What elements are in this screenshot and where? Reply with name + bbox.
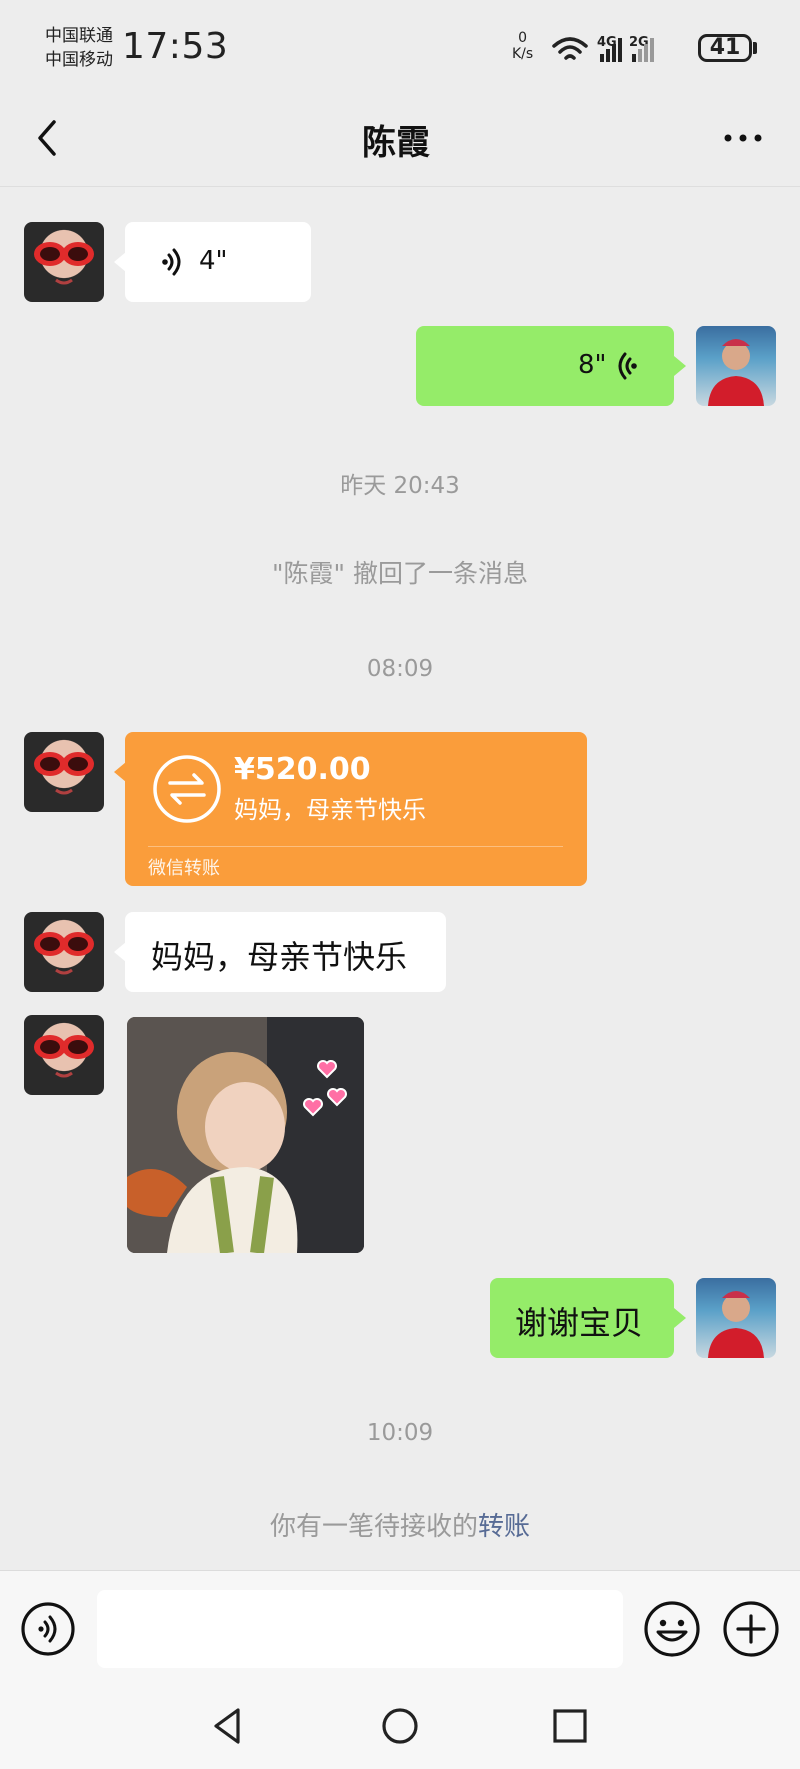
timestamp: 10:09 — [366, 1420, 434, 1446]
timestamp: 昨天 20:43 — [340, 473, 460, 499]
emoji-icon — [644, 1601, 700, 1657]
chevron-left-icon — [38, 120, 56, 156]
back-button[interactable] — [28, 116, 68, 160]
battery-cap — [753, 42, 757, 54]
voice-duration: 8" — [578, 350, 607, 380]
timestamp: 08:09 — [366, 656, 434, 682]
sunglasses-avatar-icon — [34, 932, 94, 975]
person-avatar-icon — [708, 1291, 764, 1358]
sunglasses-avatar-icon — [34, 242, 94, 285]
transfer-arrows-icon — [153, 755, 221, 823]
voice-duration: 4" — [199, 246, 228, 276]
bubble-tail — [674, 1308, 686, 1328]
transfer-link[interactable]: 转账 — [478, 1512, 530, 1542]
contact-avatar[interactable] — [24, 1015, 104, 1095]
contact-avatar[interactable] — [24, 732, 104, 812]
recall-notice: "陈霞" 撤回了一条消息 — [272, 559, 528, 588]
voice-wave-icon — [162, 248, 181, 276]
system-back-button[interactable] — [208, 1706, 248, 1746]
more-button[interactable] — [720, 124, 766, 152]
plus-button[interactable] — [722, 1600, 780, 1658]
circle-home-icon — [382, 1708, 418, 1744]
triangle-back-icon — [214, 1708, 240, 1744]
transfer-label: 微信转账 — [148, 858, 220, 879]
emoji-button[interactable] — [643, 1600, 701, 1658]
message-input[interactable] — [97, 1590, 623, 1668]
bubble-tail — [674, 356, 686, 376]
voice-wave-icon — [618, 352, 637, 380]
text-message-bubble[interactable]: 妈妈，母亲节快乐 — [125, 912, 446, 992]
carrier-2: 中国移动 — [45, 50, 113, 70]
contact-avatar[interactable] — [24, 222, 104, 302]
status-time: 17:53 — [122, 26, 229, 67]
system-home-button[interactable] — [380, 1706, 420, 1746]
system-recents-button[interactable] — [550, 1706, 590, 1746]
more-dots-icon — [724, 134, 762, 142]
transfer-note: 妈妈，母亲节快乐 — [234, 796, 426, 824]
voice-toggle-icon — [21, 1602, 75, 1656]
message-text: 妈妈，母亲节快乐 — [151, 938, 408, 976]
pending-transfer-notice: 你有一笔待接收的转账 — [0, 1506, 800, 1543]
sunglasses-avatar-icon — [34, 752, 94, 795]
plus-icon — [723, 1601, 779, 1657]
child-kiss-sticker-icon — [127, 1017, 364, 1253]
carrier-1: 中国联通 — [45, 26, 113, 46]
wifi-icon — [552, 37, 588, 60]
person-avatar-icon — [708, 339, 764, 406]
voice-message-bubble[interactable]: 4" — [125, 222, 311, 302]
voice-toggle-button[interactable] — [20, 1601, 76, 1657]
battery-indicator: 41 — [698, 34, 752, 62]
image-message[interactable] — [127, 1017, 364, 1253]
my-avatar[interactable] — [696, 326, 776, 406]
net-speed: 0 K/s — [512, 30, 534, 62]
transfer-amount: ¥520.00 — [234, 752, 371, 787]
transfer-divider — [148, 846, 563, 847]
chat-title: 陈霞 — [362, 123, 430, 163]
carrier-labels: 中国联通 中国移动 — [45, 24, 113, 72]
my-avatar[interactable] — [696, 1278, 776, 1358]
voice-message-bubble[interactable]: 8" — [416, 326, 674, 406]
signal-icons: 4G 2G — [552, 35, 654, 62]
message-text: 谢谢宝贝 — [515, 1304, 644, 1342]
text-message-bubble[interactable]: 谢谢宝贝 — [490, 1278, 674, 1358]
sunglasses-avatar-icon — [34, 1035, 94, 1078]
square-recents-icon — [553, 1709, 587, 1743]
contact-avatar[interactable] — [24, 912, 104, 992]
pending-transfer-text: 你有一笔待接收的 — [269, 1512, 478, 1542]
